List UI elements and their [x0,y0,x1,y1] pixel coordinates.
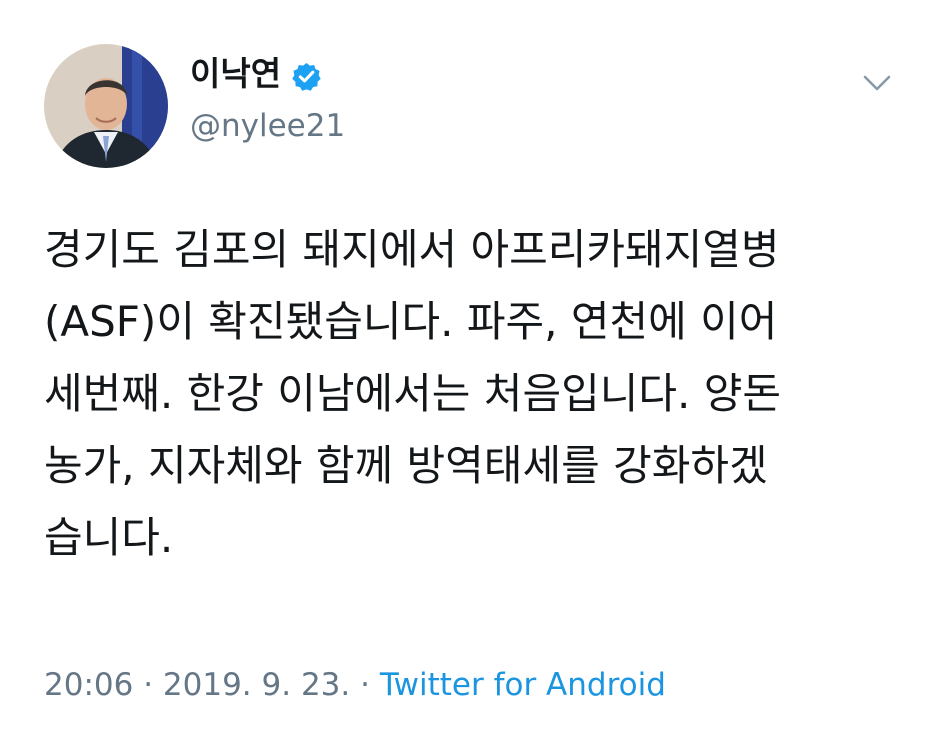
tweet-line: 세번째. 한강 이남에서는 처음입니다. 양돈 [44,369,781,418]
profile-photo [44,44,168,168]
tweet-line: 습니다. [44,513,174,562]
tweet-line: 농가, 지자체와 함께 방역태세를 강화하겠 [44,441,768,490]
tweet-line: 경기도 김포의 돼지에서 아프리카돼지열병 [44,225,780,274]
tweet-time[interactable]: 20:06 [44,667,133,703]
tweet-line: (ASF)이 확진됐습니다. 파주, 연천에 이어 [44,297,778,346]
avatar[interactable] [44,44,168,168]
tweet-date[interactable]: 2019. 9. 23. [163,667,350,703]
meta-separator: · [350,667,380,703]
tweet-source-link[interactable]: Twitter for Android [380,667,666,703]
tweet-metadata: 20:06 · 2019. 9. 23. · Twitter for Andro… [44,664,666,706]
verified-badge-icon [291,59,322,91]
tweet-text: 경기도 김포의 돼지에서 아프리카돼지열병 (ASF)이 확진됐습니다. 파주,… [44,214,894,574]
display-name[interactable]: 이낙연 [190,52,281,96]
author-name-row[interactable]: 이낙연 [190,52,322,96]
chevron-down-icon[interactable] [862,72,892,94]
meta-separator: · [133,667,163,703]
user-handle[interactable]: @nylee21 [190,106,345,146]
